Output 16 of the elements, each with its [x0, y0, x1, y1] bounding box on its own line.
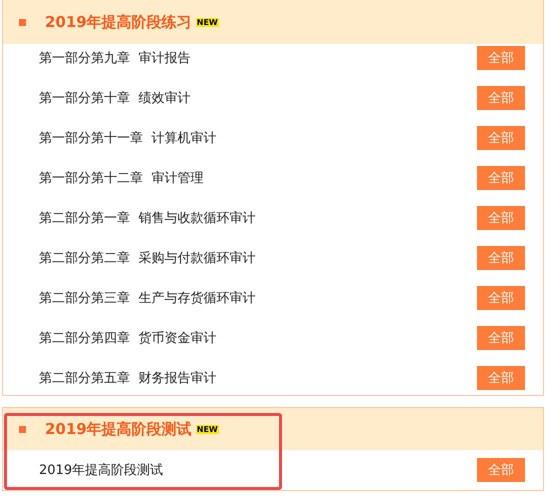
chapter-link[interactable]: 第一部分第九章 审计报告 — [39, 49, 190, 67]
chapter-link[interactable]: 第一部分第十二章 审计管理 — [39, 169, 204, 187]
chapter-link[interactable]: 第一部分第十一章 计算机审计 — [39, 129, 216, 147]
chapter-link[interactable]: 第二部分第三章 生产与存货循环审计 — [39, 289, 256, 307]
chapter-link[interactable]: 第二部分第二章 采购与付款循环审计 — [39, 249, 256, 267]
bullet-icon — [19, 426, 26, 432]
chapter-link[interactable]: 第二部分第五章 财务报告审计 — [39, 369, 216, 387]
new-badge: NEW — [196, 424, 219, 434]
chapter-link[interactable]: 2019年提高阶段测试 — [39, 461, 164, 479]
chapter-link[interactable]: 第二部分第四章 货币资金审计 — [39, 329, 216, 347]
section-title: 2019年提高阶段测试 — [45, 420, 192, 438]
chapter-link[interactable]: 第一部分第十章 绩效审计 — [39, 89, 190, 107]
new-badge: NEW — [196, 18, 219, 26]
section-title: 2019年提高阶段练习 — [45, 12, 192, 32]
chapter-link[interactable]: 第二部分第一章 销售与收款循环审计 — [39, 209, 256, 227]
bullet-icon — [19, 18, 26, 26]
